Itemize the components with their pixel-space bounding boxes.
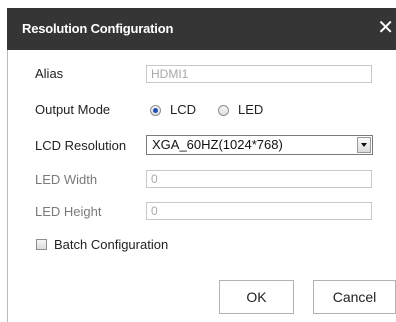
led-height-field[interactable]	[146, 202, 372, 220]
led-width-field[interactable]	[146, 170, 372, 188]
output-mode-lcd-label[interactable]: LCD	[170, 102, 196, 117]
chevron-down-icon[interactable]	[357, 137, 371, 153]
dialog-left-border	[7, 50, 8, 322]
output-mode-led-radio[interactable]	[218, 105, 229, 116]
alias-label: Alias	[35, 66, 64, 81]
led-width-label: LED Width	[35, 172, 98, 187]
batch-configuration-label[interactable]: Batch Configuration	[54, 237, 168, 252]
lcd-resolution-value: XGA_60HZ(1024*768)	[152, 137, 283, 152]
batch-configuration-checkbox[interactable]	[36, 239, 47, 250]
dialog-title: Resolution Configuration	[22, 21, 174, 36]
lcd-resolution-label: LCD Resolution	[35, 138, 127, 153]
ok-button[interactable]: OK	[219, 280, 294, 314]
alias-field[interactable]	[146, 65, 372, 83]
output-mode-label: Output Mode	[35, 102, 111, 117]
led-height-label: LED Height	[35, 204, 102, 219]
close-icon[interactable]: ✕	[377, 16, 394, 40]
dialog-titlebar: Resolution Configuration ✕	[7, 8, 396, 50]
lcd-resolution-select[interactable]: XGA_60HZ(1024*768)	[146, 135, 373, 155]
output-mode-led-label[interactable]: LED	[238, 102, 263, 117]
resolution-configuration-dialog: Resolution Configuration ✕ Alias Output …	[0, 0, 396, 322]
cancel-button[interactable]: Cancel	[313, 280, 396, 314]
output-mode-lcd-radio[interactable]	[150, 105, 161, 116]
